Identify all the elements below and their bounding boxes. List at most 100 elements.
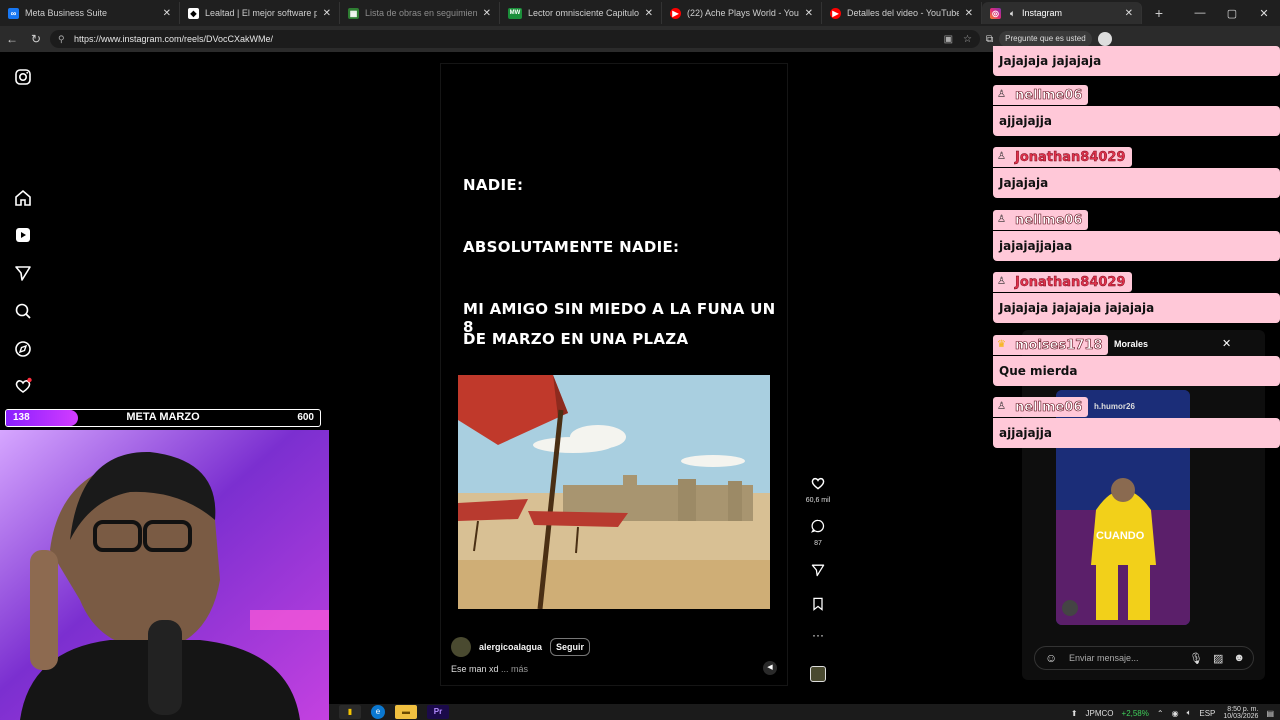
tab-youtube-studio[interactable]: ▶ Detalles del video - YouTube Studi ✕ [822,2,982,24]
notifications-heart-icon[interactable] [13,376,33,396]
chat-username: ♙ nellme06 [993,210,1089,230]
reel-player[interactable]: NADIE: ABSOLUTAMENTE NADIE: MI AMIGO SIN… [440,63,788,686]
messages-icon[interactable] [13,263,33,283]
chat-badge-icon: ♙ [997,151,1006,162]
microphone-icon[interactable]: 🎙︎ [1189,652,1203,665]
tab-lealtad[interactable]: ◆ Lealtad | El mejor software para p ✕ [180,2,340,24]
diamond-icon: ◆ [188,7,199,19]
webcam-feed [0,430,329,720]
clock-time: 8:50 p. m. [1227,706,1259,713]
close-tab-icon[interactable]: ✕ [965,8,973,19]
streamer-image [0,430,329,720]
close-tab-icon[interactable]: ✕ [645,8,653,19]
close-tab-icon[interactable]: ✕ [163,8,171,19]
profile-avatar[interactable] [1097,32,1112,46]
more-options-icon[interactable]: ··· [802,628,834,642]
chat-username: ♙ Jonathan84029 [993,272,1132,292]
emoji-icon[interactable]: ☺ [1045,651,1057,665]
search-icon[interactable] [13,301,33,321]
tab-meta-business-suite[interactable]: ∞ Meta Business Suite ✕ [0,2,180,24]
reload-icon[interactable]: ↻ [24,32,48,46]
reader-icon[interactable]: ▣ [944,34,953,45]
reels-icon[interactable] [13,225,33,245]
sticker-icon[interactable]: ☻ [1233,652,1245,665]
message-input[interactable]: ☺ Enviar mensaje... 🎙︎ ▨ ☻ [1034,646,1254,670]
audio-thumbnail[interactable] [802,666,834,687]
chat-message-text: ajjajajja [993,106,1280,136]
close-tab-icon[interactable]: ✕ [805,8,813,19]
volume-icon[interactable]: 🔈︎ [1187,708,1192,718]
chat-username-text: Jonathan84029 [1015,274,1126,290]
url-field[interactable]: ⚲ https://www.instagram.com/reels/DVocCX… [50,30,980,48]
chat-badge-icon: ♙ [997,276,1006,287]
chat-message-text: ajjajajja [993,418,1280,448]
chat-message: Jajajaja jajajaja [993,45,1280,76]
image-icon[interactable]: ▨ [1213,652,1223,665]
chat-username: ♙ nellme06 [993,85,1089,105]
network-icon[interactable]: ◉ [1172,709,1179,718]
tab-title: (22) Ache Plays World - YouTube [687,8,799,18]
tab-instagram[interactable]: ◎ 🔈︎ Instagram ✕ [982,2,1142,24]
chat-username-text: moises1718 [1015,337,1103,353]
file-explorer-icon[interactable]: ▬ [395,705,417,719]
stock-change: +2,58% [1121,708,1149,718]
home-icon[interactable] [13,188,33,208]
tab-youtube[interactable]: ▶ (22) Ache Plays World - YouTube ✕ [662,2,822,24]
play-icon[interactable] [1062,600,1078,616]
bookmark-icon[interactable] [810,596,826,612]
share-action[interactable] [802,562,834,583]
reel-video-frame [458,375,770,609]
clock[interactable]: 8:50 p. m. 10/03/2026 [1223,706,1258,720]
edge-icon[interactable]: e [371,705,385,719]
mute-toggle-icon[interactable]: ◀︎ [763,661,777,675]
chat-badge-icon: ♙ [997,214,1006,225]
share-icon[interactable] [810,562,826,578]
chat-badge-icon: ♙ [997,401,1006,412]
close-tab-icon[interactable]: ✕ [323,8,331,19]
new-tab-button[interactable]: + [1148,5,1170,21]
caption-more-link[interactable]: ... más [501,664,528,674]
like-action[interactable]: 60,6 mil [802,475,834,504]
premiere-icon[interactable]: Pr [427,705,449,719]
tab-title: Instagram [1022,8,1063,18]
system-tray: ⬆ JPMCO +2,58% ⌃ ◉ 🔈︎ ESP 8:50 p. m. 10/… [1071,706,1274,720]
explore-icon[interactable] [13,339,33,359]
taskbar-app-icon[interactable]: ▮ [339,705,361,719]
notifications-icon[interactable]: ▤ [1266,709,1274,718]
tab-lista-obras[interactable]: ▦ Lista de obras en seguimiento - H ✕ [340,2,500,24]
tray-overflow-icon[interactable]: ⌃ [1157,709,1164,718]
instagram-icon: ◎ [990,7,1001,19]
maximize-icon[interactable]: ▢ [1216,7,1248,20]
chat-username-text: nellme06 [1015,87,1083,103]
chat-username-text: Jonathan84029 [1015,149,1126,165]
instagram-logo-icon[interactable] [13,67,33,87]
extensions-icon[interactable]: ⧉ [986,34,993,45]
minimize-icon[interactable]: — [1184,7,1216,19]
author-avatar[interactable] [451,637,471,657]
close-window-icon[interactable]: ✕ [1248,7,1280,20]
favorite-star-icon[interactable]: ☆ [963,34,972,45]
close-tab-icon[interactable]: ✕ [483,8,491,19]
language-indicator[interactable]: ESP [1199,709,1215,718]
crown-badge-icon: ♛ [997,339,1006,350]
author-name[interactable]: alergicoalagua [479,642,542,652]
sheet-icon: ▦ [348,7,359,19]
meme-text-line: NADIE: [463,176,524,194]
reel-caption: Ese man xd ... más [451,664,528,674]
comment-action[interactable]: 87 [802,518,834,547]
chat-username-text: nellme06 [1015,399,1083,415]
stock-ticker[interactable]: JPMCO [1086,709,1114,718]
close-tab-icon[interactable]: ✕ [1125,8,1133,19]
chat-message-text: Jajajaja jajajaja jajajaja [993,293,1280,323]
save-action[interactable] [802,596,834,617]
site-info-icon[interactable]: ⚲ [58,34,68,45]
follow-button[interactable]: Seguir [550,638,591,656]
tab-lector-omnisciente[interactable]: MW Lector omnisciente Capitulo 79 m ✕ [500,2,662,24]
chat-message: ♛ moises1718 Que mierda [993,334,1280,386]
heart-icon[interactable] [810,475,826,491]
comment-icon[interactable] [810,518,826,534]
chat-message: ♙ Jonathan84029 Jajajaja jajajaja jajajaj… [993,271,1280,323]
mw-icon: MW [508,7,522,19]
chat-message: ♙ nellme06 ajjajajja [993,396,1280,448]
back-icon[interactable]: ← [0,32,24,46]
